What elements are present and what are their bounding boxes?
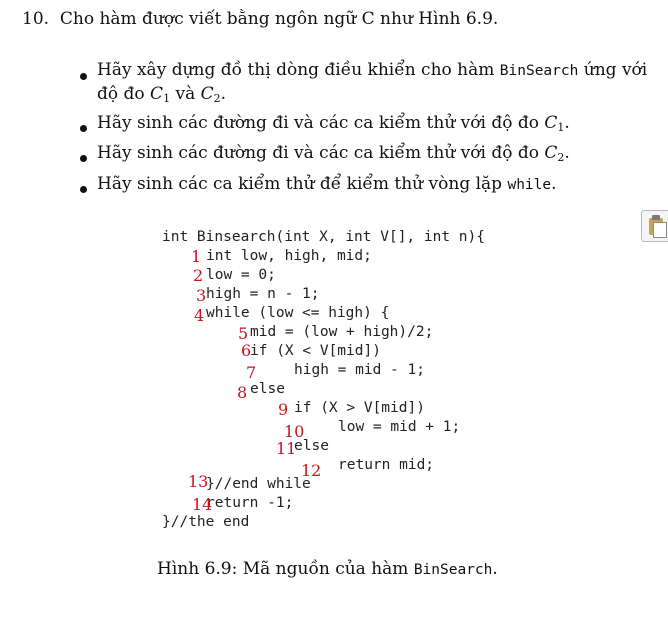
figure-caption: Hình 6.9: Mã nguồn của hàm BinSearch. [157, 559, 498, 579]
code-line: }//the end [162, 514, 250, 530]
code-line: return mid; [338, 457, 435, 473]
node-label: 9 [278, 400, 289, 419]
code-line: low = mid + 1; [338, 419, 461, 435]
exercise-number: 10. [22, 9, 50, 29]
code-line: high = mid - 1; [294, 362, 425, 378]
code-line: while (low <= high) { [206, 305, 390, 321]
code-line: }//end while [206, 476, 311, 492]
code-line: else [250, 381, 285, 397]
code-line: low = 0; [206, 267, 276, 283]
exercise-heading: 10. Cho hàm được viết bằng ngôn ngữ C nh… [22, 9, 498, 29]
node-label: 1 [191, 247, 202, 266]
bullet-dot [80, 73, 87, 80]
bullet-1-line-2: độ đo C1 và C2. [97, 84, 227, 105]
node-label: 7 [246, 363, 257, 382]
node-label: 8 [237, 383, 248, 402]
node-label: 3 [196, 286, 207, 305]
code-line: int Binsearch(int X, int V[], int n){ [162, 229, 486, 245]
bullet-1-line-1: Hãy xây dựng đồ thị dòng điều khiển cho … [97, 60, 648, 80]
code-line: high = n - 1; [206, 286, 320, 302]
bullet-dot [80, 186, 87, 193]
bullet-4: Hãy sinh các ca kiểm thử để kiểm thử vòn… [97, 174, 557, 194]
node-label: 6 [241, 341, 252, 360]
code-line: mid = (low + high)/2; [250, 324, 434, 340]
node-label: 12 [301, 461, 322, 480]
node-label: 4 [194, 306, 205, 325]
bullet-dot [80, 125, 87, 132]
code-line: if (X < V[mid]) [250, 343, 381, 359]
code-line: return -1; [206, 495, 294, 511]
code-binsearch: BinSearch [413, 562, 493, 578]
node-label: 14 [192, 495, 213, 514]
code-while: while [507, 177, 552, 193]
bullet-2: Hãy sinh các đường đi và các ca kiểm thử… [97, 113, 570, 134]
node-label: 11 [276, 439, 297, 458]
clipboard-icon[interactable] [641, 210, 668, 242]
bullet-dot [80, 155, 87, 162]
code-binsearch: BinSearch [499, 63, 579, 79]
node-label: 13 [188, 472, 209, 491]
code-line: if (X > V[mid]) [294, 400, 425, 416]
exercise-text: Cho hàm được viết bằng ngôn ngữ C như Hì… [59, 9, 499, 29]
code-line: int low, high, mid; [206, 248, 372, 264]
bullet-3: Hãy sinh các đường đi và các ca kiểm thử… [97, 143, 570, 164]
node-label: 2 [193, 266, 204, 285]
